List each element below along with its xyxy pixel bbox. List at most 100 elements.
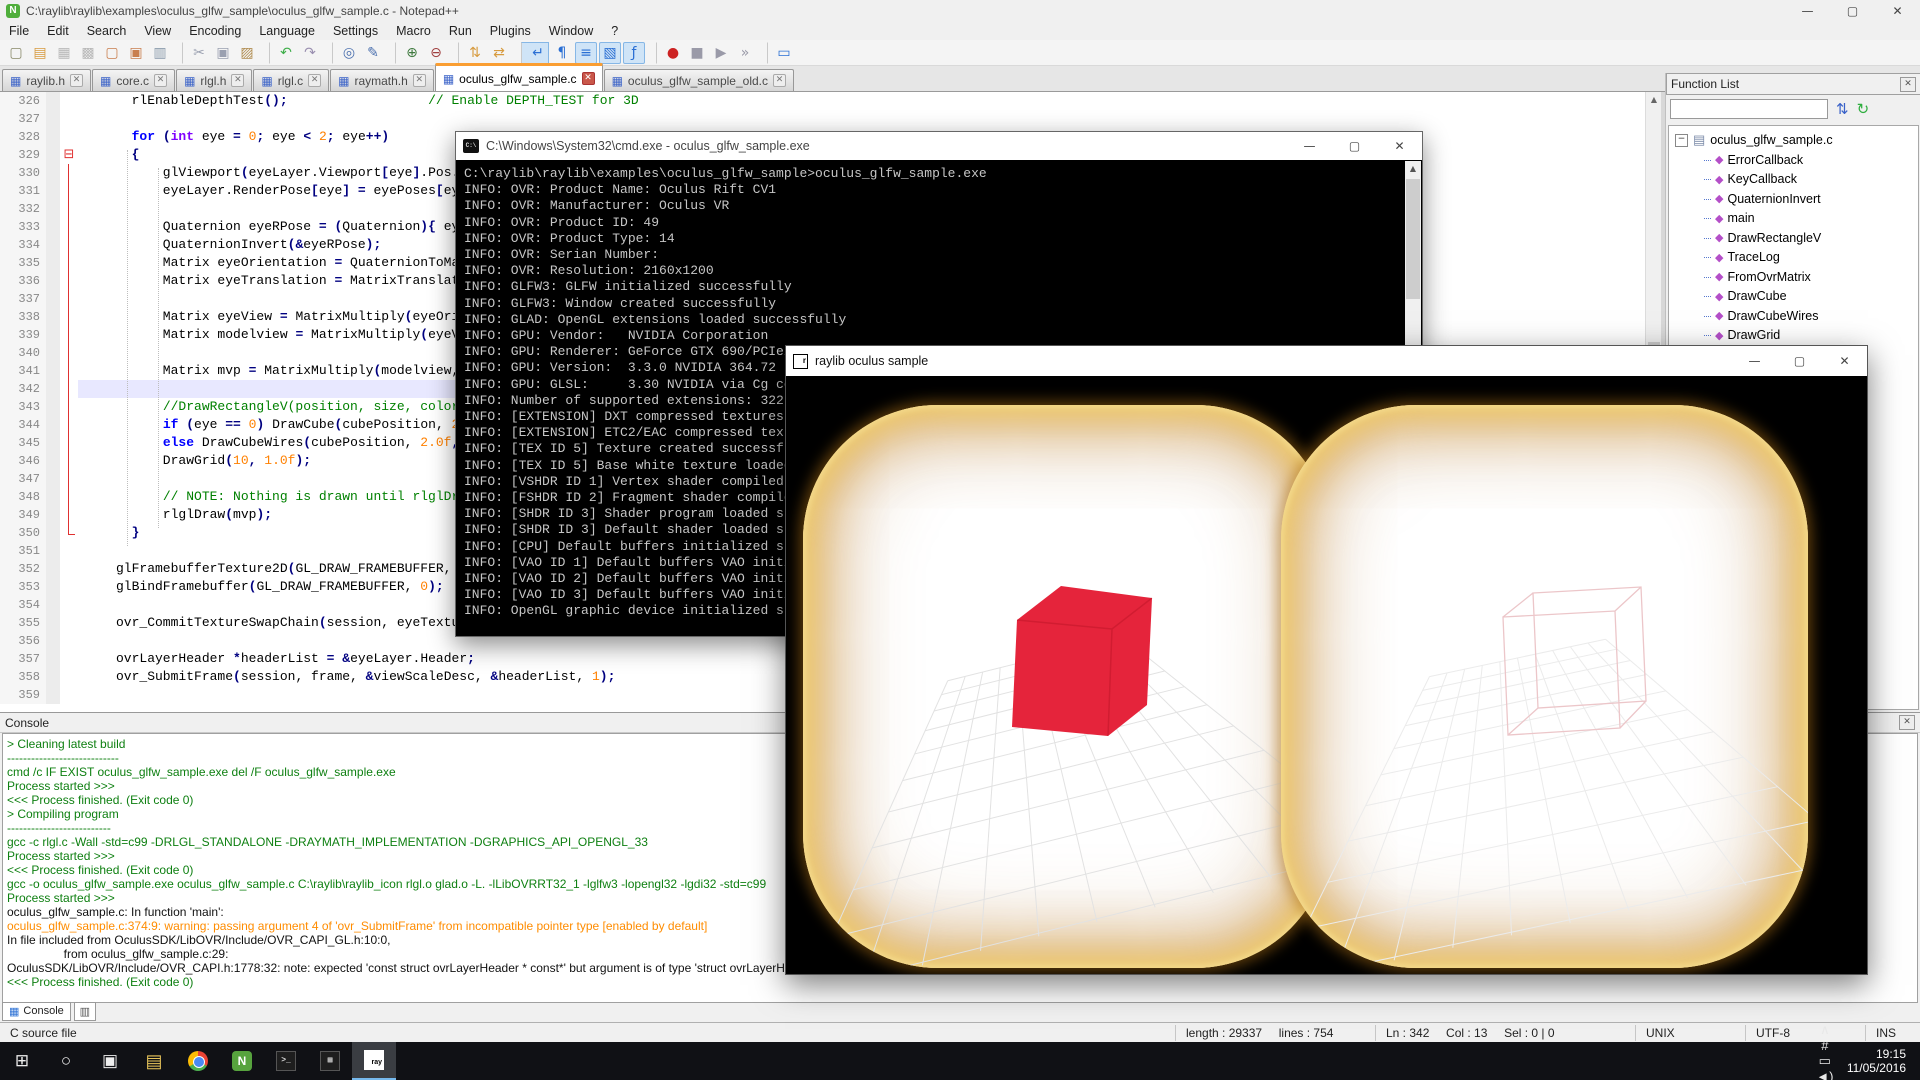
toolbar-icon[interactable]: ▤ — [29, 42, 51, 64]
toolbar-icon[interactable]: ⊕ — [395, 42, 423, 64]
document-tab[interactable]: ▦ raylib.h ✕ — [2, 69, 91, 91]
maximize-button[interactable]: ▢ — [1830, 0, 1875, 22]
menu-item[interactable]: Encoding — [180, 22, 250, 40]
toolbar-icon[interactable]: ↷ — [299, 42, 321, 64]
toolbar-icon[interactable]: ⊖ — [425, 42, 447, 64]
menu-item[interactable]: Macro — [387, 22, 440, 40]
tray-icon[interactable]: ▭ — [1813, 1053, 1837, 1069]
bookmark-margin[interactable] — [46, 146, 60, 164]
bookmark-margin[interactable] — [46, 200, 60, 218]
status-eol-format[interactable]: UNIX — [1635, 1025, 1745, 1041]
bookmark-margin[interactable] — [46, 434, 60, 452]
fold-margin[interactable] — [60, 470, 78, 488]
cmd-maximize-button[interactable]: ▢ — [1332, 135, 1377, 157]
document-tab[interactable]: ▦ raymath.h ✕ — [330, 69, 434, 91]
toolbar-icon[interactable]: ▶ — [710, 42, 732, 64]
tab-close-icon[interactable]: ✕ — [231, 74, 244, 87]
bookmark-margin[interactable] — [46, 506, 60, 524]
toolbar-icon[interactable]: ▢ — [101, 42, 123, 64]
tray-icon[interactable]: ◄) — [1813, 1069, 1837, 1080]
cmd-minimize-button[interactable]: — — [1287, 135, 1332, 157]
toolbar-icon[interactable]: ▢ — [5, 42, 27, 64]
bookmark-margin[interactable] — [46, 488, 60, 506]
fold-margin[interactable] — [60, 650, 78, 668]
fold-margin[interactable] — [60, 380, 78, 398]
toolbar-icon[interactable]: ▥ — [149, 42, 171, 64]
raylib-titlebar[interactable]: r raylib oculus sample — ▢ ✕ — [786, 346, 1867, 376]
fold-margin[interactable] — [60, 344, 78, 362]
code-line[interactable]: 327 — [0, 110, 1645, 128]
bookmark-margin[interactable] — [46, 128, 60, 146]
fold-margin[interactable] — [60, 182, 78, 200]
function-item[interactable]: ···· ◆ FromOvrMatrix — [1669, 267, 1918, 287]
fold-margin[interactable] — [60, 578, 78, 596]
fold-margin[interactable] — [60, 398, 78, 416]
task-view-button[interactable]: ▣ — [88, 1042, 132, 1080]
fold-margin[interactable] — [60, 164, 78, 182]
function-tree-root[interactable]: − ▤ oculus_glfw_sample.c — [1669, 130, 1918, 150]
fold-margin[interactable] — [60, 290, 78, 308]
fold-margin[interactable] — [60, 632, 78, 650]
toolbar-icon[interactable]: ✂ — [182, 42, 210, 64]
tab-close-icon[interactable]: ✕ — [308, 74, 321, 87]
menu-item[interactable]: File — [0, 22, 38, 40]
document-tab[interactable]: ▦ oculus_glfw_sample.c ✕ — [435, 63, 603, 91]
raylib-window[interactable]: r raylib oculus sample — ▢ ✕ — [785, 345, 1868, 975]
toolbar-icon[interactable]: ● — [656, 42, 684, 64]
function-search-input[interactable] — [1670, 99, 1828, 119]
bookmark-margin[interactable] — [46, 632, 60, 650]
function-item[interactable]: ···· ◆ TraceLog — [1669, 248, 1918, 268]
close-button[interactable]: ✕ — [1875, 0, 1920, 22]
fold-margin[interactable] — [60, 326, 78, 344]
cmd-close-button[interactable]: ✕ — [1377, 135, 1422, 157]
menu-item[interactable]: Search — [78, 22, 136, 40]
menu-item[interactable]: Window — [540, 22, 602, 40]
bookmark-margin[interactable] — [46, 380, 60, 398]
fold-margin[interactable] — [60, 560, 78, 578]
fold-margin[interactable] — [60, 272, 78, 290]
menu-item[interactable]: Settings — [324, 22, 387, 40]
scroll-up-arrow[interactable]: ▲ — [1646, 92, 1662, 108]
cmd-scrollbar-thumb[interactable] — [1406, 179, 1420, 299]
bookmark-margin[interactable] — [46, 236, 60, 254]
toolbar-icon[interactable]: ⇅ — [458, 42, 486, 64]
bookmark-margin[interactable] — [46, 452, 60, 470]
function-item[interactable]: ···· ◆ DrawRectangleV — [1669, 228, 1918, 248]
function-item[interactable]: ···· ◆ DrawCubeWires — [1669, 306, 1918, 326]
fold-margin[interactable] — [60, 92, 78, 110]
function-item[interactable]: ···· ◆ DrawCube — [1669, 287, 1918, 307]
bookmark-margin[interactable] — [46, 668, 60, 686]
cmd-titlebar[interactable]: C:\ C:\Windows\System32\cmd.exe - oculus… — [456, 132, 1422, 160]
bookmark-margin[interactable] — [46, 398, 60, 416]
raylib-close-button[interactable]: ✕ — [1822, 350, 1867, 372]
sort-az-icon[interactable]: ⇅ — [1836, 100, 1849, 118]
menu-item[interactable]: View — [135, 22, 180, 40]
document-tab[interactable]: ▦ rlgl.h ✕ — [176, 69, 252, 91]
bookmark-margin[interactable] — [46, 362, 60, 380]
console-input-icon[interactable]: ▥ — [74, 1002, 96, 1021]
toolbar-icon[interactable]: ▭ — [767, 42, 795, 64]
toolbar-icon[interactable]: ↶ — [269, 42, 297, 64]
bookmark-margin[interactable] — [46, 254, 60, 272]
toolbar-icon[interactable]: ▩ — [77, 42, 99, 64]
bookmark-margin[interactable] — [46, 560, 60, 578]
cmd-app[interactable]: >_ — [264, 1042, 308, 1080]
function-item[interactable]: ···· ◆ DrawGrid — [1669, 326, 1918, 346]
toolbar-icon[interactable]: ≡ — [575, 42, 597, 64]
bookmark-margin[interactable] — [46, 110, 60, 128]
function-item[interactable]: ···· ◆ QuaternionInvert — [1669, 189, 1918, 209]
tab-close-icon[interactable]: ✕ — [413, 74, 426, 87]
bookmark-margin[interactable] — [46, 650, 60, 668]
function-item[interactable]: ···· ◆ KeyCallback — [1669, 170, 1918, 190]
bookmark-margin[interactable] — [46, 164, 60, 182]
bookmark-margin[interactable] — [46, 218, 60, 236]
tab-close-icon[interactable]: ✕ — [70, 74, 83, 87]
menu-item[interactable]: Edit — [38, 22, 78, 40]
raylib-app[interactable]: ray — [352, 1042, 396, 1080]
fold-margin[interactable] — [60, 614, 78, 632]
tab-close-icon[interactable]: ✕ — [582, 72, 595, 85]
fold-margin[interactable] — [60, 452, 78, 470]
media-app[interactable]: ▦ — [308, 1042, 352, 1080]
code-line[interactable]: 326 rlEnableDepthTest(); // Enable DEPTH… — [0, 92, 1645, 110]
fold-margin[interactable] — [60, 110, 78, 128]
